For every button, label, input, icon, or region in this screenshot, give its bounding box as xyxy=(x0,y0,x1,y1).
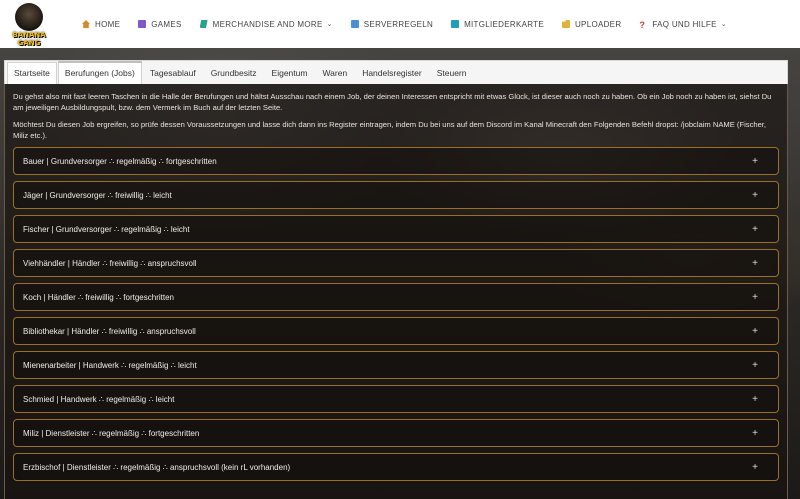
accordion-item-erzbischof[interactable]: Erzbischof | Dienstleister ∴ regelmäßig … xyxy=(13,453,779,481)
tab-eigentum[interactable]: Eigentum xyxy=(265,62,315,84)
plus-icon: + xyxy=(752,359,758,371)
accordion-item-viehhaendler[interactable]: Viehhändler | Händler ∴ freiwillig ∴ ans… xyxy=(13,249,779,277)
accordion-item-bauer[interactable]: Bauer | Grundversorger ∴ regelmäßig ∴ fo… xyxy=(13,147,779,175)
plus-icon: + xyxy=(752,325,758,337)
accordion-item-jaeger[interactable]: Jäger | Grundversorger ∴ freiwillig ∴ le… xyxy=(13,181,779,209)
tab-startseite[interactable]: Startseite xyxy=(7,62,57,84)
plus-icon: + xyxy=(752,257,758,269)
accordion-title: Bauer | Grundversorger ∴ regelmäßig ∴ fo… xyxy=(23,156,217,166)
games-icon xyxy=(138,20,147,28)
plus-icon: + xyxy=(752,393,758,405)
logo-text: BANANA GANG xyxy=(12,31,46,47)
plus-icon: + xyxy=(752,427,758,439)
folder-icon xyxy=(561,20,570,28)
rules-icon xyxy=(350,20,359,28)
plus-icon: + xyxy=(752,291,758,303)
nav-merchandise[interactable]: MERCHANDISE AND MORE ⌄ xyxy=(191,0,342,48)
tab-content-panel: Du gehst also mit fast leeren Taschen in… xyxy=(4,84,788,499)
nav-uploader-label: UPLOADER xyxy=(574,19,622,29)
nav-merchandise-label: MERCHANDISE AND MORE xyxy=(212,19,323,29)
plus-icon: + xyxy=(752,155,758,167)
nav-serverregeln[interactable]: SERVERREGELN xyxy=(342,0,442,48)
tab-berufungen[interactable]: Berufungen (Jobs) xyxy=(57,61,142,84)
accordion-item-mienenarbeiter[interactable]: Mienenarbeiter | Handwerk ∴ regelmäßig ∴… xyxy=(13,351,779,379)
instruction-paragraph: Möchtest Du diesen Job ergreifen, so prü… xyxy=(13,120,767,140)
accordion-item-fischer[interactable]: Fischer | Grundversorger ∴ regelmäßig ∴ … xyxy=(13,215,779,243)
main-nav: HOME GAMES MERCHANDISE AND MORE ⌄ SERVER… xyxy=(73,0,736,48)
merch-icon xyxy=(199,20,208,28)
nav-uploader[interactable]: UPLOADER xyxy=(553,0,630,48)
accordion-title: Bibliothekar | Händler ∴ freiwillig ∴ an… xyxy=(23,326,196,336)
chevron-down-icon: ⌄ xyxy=(326,21,333,28)
nav-serverregeln-label: SERVERREGELN xyxy=(363,19,434,29)
tab-waren[interactable]: Waren xyxy=(315,62,354,84)
gorilla-logo-icon xyxy=(15,3,43,31)
chevron-down-icon: ⌄ xyxy=(720,21,727,28)
accordion-item-koch[interactable]: Koch | Händler ∴ freiwillig ∴ fortgeschr… xyxy=(13,283,779,311)
nav-faq-label: FAQ UND HILFE xyxy=(652,19,717,29)
map-icon xyxy=(451,20,460,28)
accordion-title: Miliz | Dienstleister ∴ regelmäßig ∴ for… xyxy=(23,428,200,438)
nav-games-label: GAMES xyxy=(151,19,182,29)
plus-icon: + xyxy=(752,189,758,201)
accordion-title: Erzbischof | Dienstleister ∴ regelmäßig … xyxy=(23,462,291,472)
plus-icon: + xyxy=(752,223,758,235)
accordion-title: Fischer | Grundversorger ∴ regelmäßig ∴ … xyxy=(23,224,190,234)
accordion-title: Viehhändler | Händler ∴ freiwillig ∴ ans… xyxy=(23,258,197,268)
nav-mitgliederkarte[interactable]: MITGLIEDERKARTE xyxy=(442,0,553,48)
tab-tagesablauf[interactable]: Tagesablauf xyxy=(143,62,203,84)
tab-bar: Startseite Berufungen (Jobs) Tagesablauf… xyxy=(4,60,788,84)
accordion-title: Jäger | Grundversorger ∴ freiwillig ∴ le… xyxy=(23,190,172,200)
intro-paragraph: Du gehst also mit fast leeren Taschen in… xyxy=(13,92,772,112)
accordion-item-miliz[interactable]: Miliz | Dienstleister ∴ regelmäßig ∴ for… xyxy=(13,419,779,447)
nav-games[interactable]: GAMES xyxy=(129,0,190,48)
tab-grundbesitz[interactable]: Grundbesitz xyxy=(204,62,264,84)
tab-steuern[interactable]: Steuern xyxy=(430,62,474,84)
nav-faq[interactable]: ? FAQ UND HILFE ⌄ xyxy=(630,0,736,48)
tab-handelsregister[interactable]: Handelsregister xyxy=(355,62,429,84)
top-navbar: BANANA GANG HOME GAMES MERCHANDISE AND M… xyxy=(0,0,800,48)
accordion-item-bibliothekar[interactable]: Bibliothekar | Händler ∴ freiwillig ∴ an… xyxy=(13,317,779,345)
plus-icon: + xyxy=(752,461,758,473)
question-icon: ? xyxy=(639,20,646,30)
nav-mitgliederkarte-label: MITGLIEDERKARTE xyxy=(464,19,544,29)
nav-home[interactable]: HOME xyxy=(73,0,129,48)
banana-gang-logo[interactable]: BANANA GANG xyxy=(3,1,55,47)
nav-home-label: HOME xyxy=(95,19,121,29)
accordion-title: Koch | Händler ∴ freiwillig ∴ fortgeschr… xyxy=(23,292,174,302)
accordion-title: Mienenarbeiter | Handwerk ∴ regelmäßig ∴… xyxy=(23,360,197,370)
accordion-item-schmied[interactable]: Schmied | Handwerk ∴ regelmäßig ∴ leicht… xyxy=(13,385,779,413)
home-icon xyxy=(82,20,90,28)
accordion-title: Schmied | Handwerk ∴ regelmäßig ∴ leicht xyxy=(23,394,175,404)
